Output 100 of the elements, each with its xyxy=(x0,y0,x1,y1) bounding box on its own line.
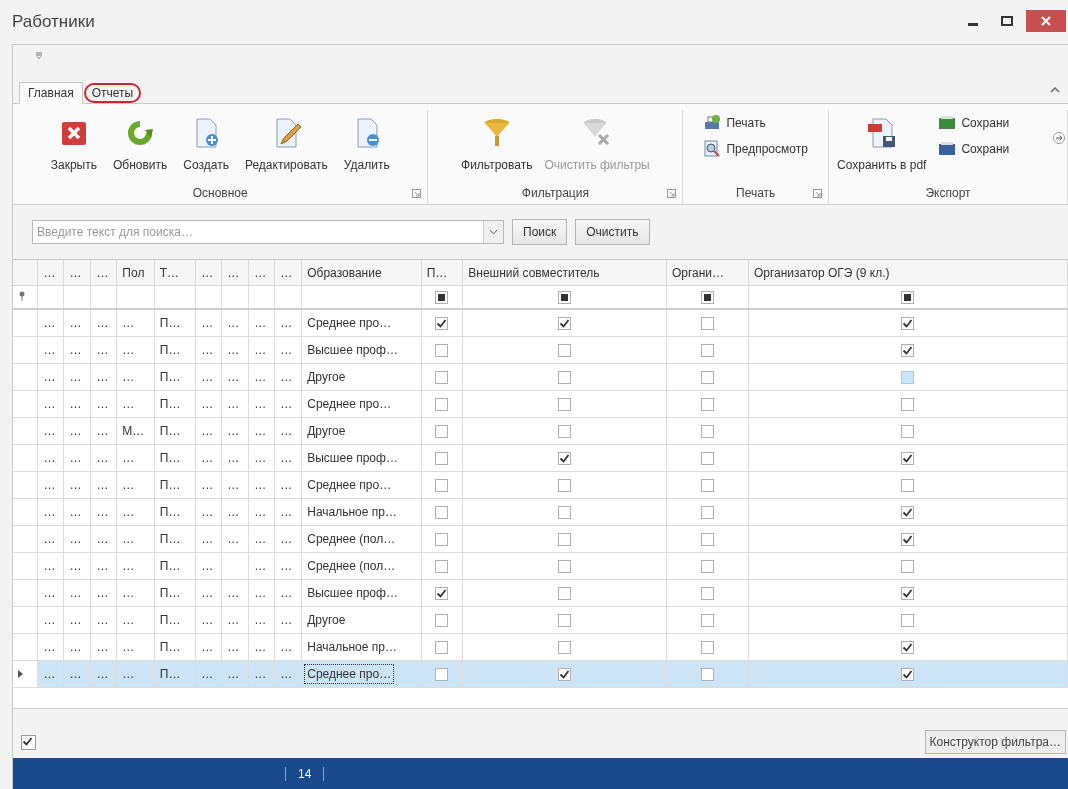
checkbox[interactable] xyxy=(558,425,572,439)
column-header[interactable]: … xyxy=(37,260,64,286)
checkbox[interactable] xyxy=(435,641,449,655)
checkbox[interactable] xyxy=(558,371,572,385)
checkbox[interactable] xyxy=(901,587,915,601)
checkbox[interactable] xyxy=(435,506,449,520)
checkbox[interactable] xyxy=(901,371,915,385)
checkbox[interactable] xyxy=(700,641,714,655)
checkbox[interactable] xyxy=(700,398,714,412)
checkbox[interactable] xyxy=(700,291,714,305)
checkbox[interactable] xyxy=(901,533,915,547)
checkbox[interactable] xyxy=(435,344,449,358)
column-header[interactable]: … xyxy=(248,260,275,286)
column-header[interactable]: … xyxy=(90,260,117,286)
checkbox[interactable] xyxy=(700,344,714,358)
ribbon-button[interactable]: Предпросмотр xyxy=(699,138,812,160)
ribbon-button[interactable]: Фильтровать xyxy=(457,110,537,184)
column-header[interactable]: Внешний совместитель xyxy=(462,260,667,286)
column-header[interactable]: … xyxy=(63,260,91,286)
checkbox[interactable] xyxy=(700,587,714,601)
checkbox[interactable] xyxy=(558,506,572,520)
checkbox[interactable] xyxy=(700,533,714,547)
checkbox[interactable] xyxy=(558,398,572,412)
checkbox[interactable] xyxy=(901,291,915,305)
checkbox[interactable] xyxy=(901,614,915,628)
checkbox[interactable] xyxy=(700,425,714,439)
checkbox[interactable] xyxy=(435,668,449,682)
checkbox[interactable] xyxy=(435,587,449,601)
table-cell: … xyxy=(122,316,135,330)
checkbox[interactable] xyxy=(901,668,915,682)
ribbon-button[interactable]: Создать xyxy=(179,110,233,184)
checkbox[interactable] xyxy=(700,479,714,493)
checkbox[interactable] xyxy=(901,641,915,655)
checkbox[interactable] xyxy=(901,425,915,439)
ribbon-button[interactable]: Печать xyxy=(699,112,812,134)
checkbox[interactable] xyxy=(558,452,572,466)
checkbox[interactable] xyxy=(700,560,714,574)
ribbon-button[interactable]: Сохрани xyxy=(934,138,1014,160)
checkbox[interactable] xyxy=(558,317,572,331)
search-button[interactable]: Поиск xyxy=(512,219,568,245)
checkbox[interactable] xyxy=(435,425,449,439)
column-header[interactable]: Организатор ОГЭ (9 кл.) xyxy=(748,260,1068,286)
checkbox[interactable] xyxy=(558,668,572,682)
close-button[interactable] xyxy=(1026,10,1066,32)
column-header[interactable]: Органи… xyxy=(666,260,749,286)
checkbox[interactable] xyxy=(558,344,572,358)
column-header[interactable]: Пол xyxy=(116,260,155,286)
checkbox[interactable] xyxy=(700,506,714,520)
dialog-launcher-icon[interactable] xyxy=(412,189,422,198)
checkbox[interactable] xyxy=(700,668,714,682)
column-header[interactable]: П… xyxy=(421,260,463,286)
checkbox[interactable] xyxy=(435,371,449,385)
column-header[interactable]: … xyxy=(221,260,249,286)
checkbox[interactable] xyxy=(901,452,915,466)
ribbon-button[interactable]: Обновить xyxy=(109,110,172,184)
ribbon-button[interactable]: Сохранить в pdf xyxy=(833,110,931,184)
dropdown-button[interactable] xyxy=(483,221,503,243)
checkbox[interactable] xyxy=(558,479,572,493)
dialog-launcher-icon[interactable] xyxy=(813,189,823,198)
checkbox[interactable] xyxy=(901,398,915,412)
ribbon-tab[interactable]: Отчеты xyxy=(82,82,143,104)
column-header[interactable]: … xyxy=(274,260,302,286)
checkbox[interactable] xyxy=(901,506,915,520)
filter-checkbox[interactable] xyxy=(21,735,36,750)
checkbox[interactable] xyxy=(435,533,449,547)
search-button[interactable]: Очистить xyxy=(575,219,650,245)
checkbox[interactable] xyxy=(435,452,449,466)
checkbox[interactable] xyxy=(700,371,714,385)
column-header[interactable]: Т… xyxy=(154,260,196,286)
checkbox[interactable] xyxy=(435,398,449,412)
checkbox[interactable] xyxy=(435,614,449,628)
ribbon-button[interactable]: Закрыть xyxy=(46,110,101,184)
column-header[interactable]: … xyxy=(195,260,222,286)
dialog-launcher-icon[interactable] xyxy=(667,189,677,198)
collapse-ribbon-icon[interactable] xyxy=(1050,85,1060,93)
ribbon-tab[interactable]: Главная xyxy=(19,82,83,104)
checkbox[interactable] xyxy=(700,614,714,628)
scroll-right-icon[interactable] xyxy=(1053,132,1065,144)
checkbox[interactable] xyxy=(901,317,915,331)
filter-builder-button[interactable]: Конструктор фильтра… xyxy=(924,730,1066,754)
checkbox[interactable] xyxy=(435,291,449,305)
ribbon-button[interactable]: Редактировать xyxy=(240,110,332,184)
checkbox[interactable] xyxy=(435,317,449,331)
checkbox[interactable] xyxy=(901,560,915,574)
checkbox[interactable] xyxy=(558,560,572,574)
checkbox[interactable] xyxy=(558,641,572,655)
column-header[interactable]: Образование xyxy=(301,260,422,286)
customize-toolbar-icon[interactable] xyxy=(35,51,43,59)
checkbox[interactable] xyxy=(435,479,449,493)
checkbox[interactable] xyxy=(700,317,714,331)
checkbox[interactable] xyxy=(558,587,572,601)
checkbox[interactable] xyxy=(435,560,449,574)
ribbon-button[interactable]: Удалить xyxy=(339,110,394,184)
checkbox[interactable] xyxy=(558,291,572,305)
ribbon-button[interactable]: Сохрани xyxy=(934,112,1014,134)
checkbox[interactable] xyxy=(558,614,572,628)
checkbox[interactable] xyxy=(901,479,915,493)
checkbox[interactable] xyxy=(700,452,714,466)
checkbox[interactable] xyxy=(901,344,915,358)
checkbox[interactable] xyxy=(558,533,572,547)
